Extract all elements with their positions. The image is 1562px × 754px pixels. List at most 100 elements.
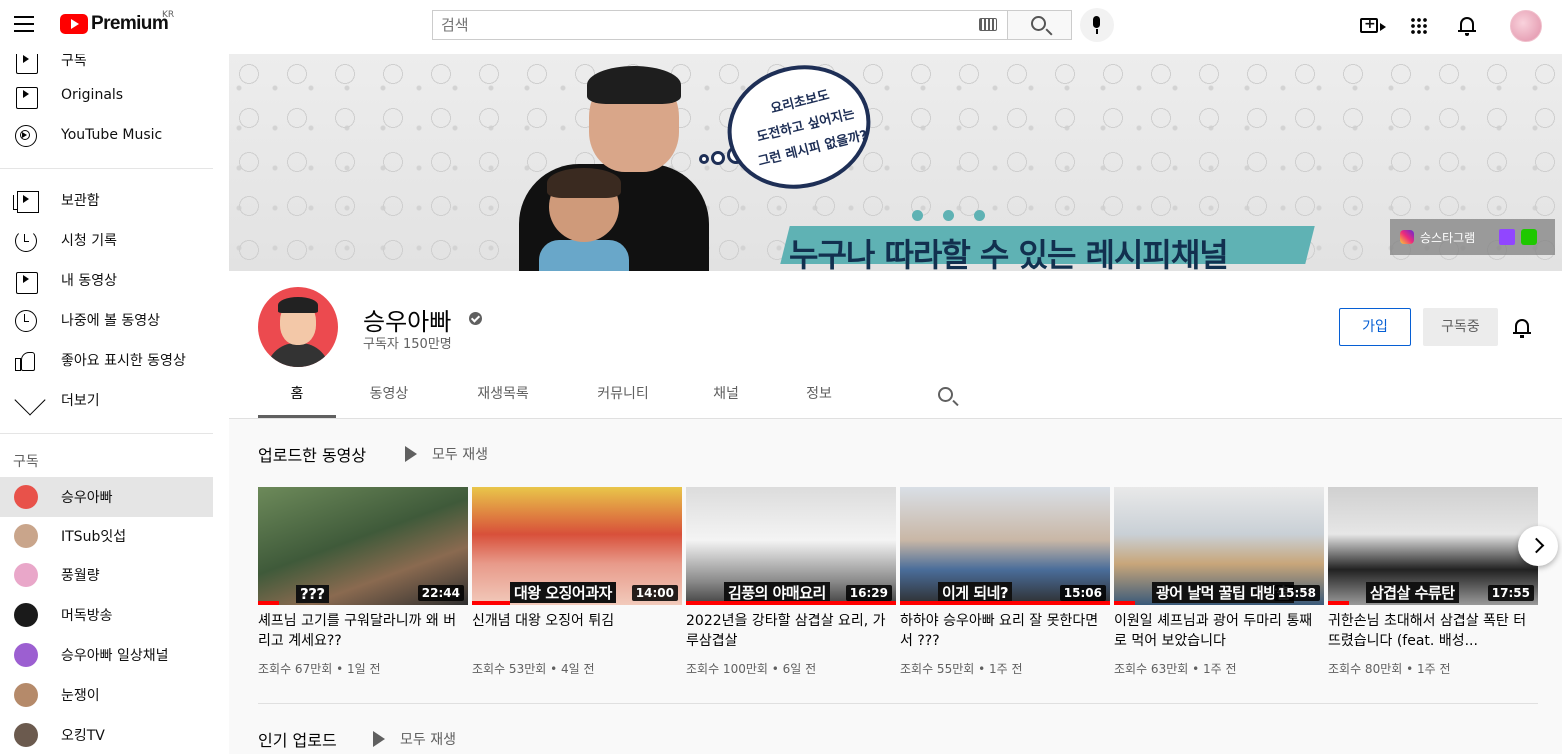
line-icon[interactable] <box>1521 229 1538 245</box>
sidebar-item-label: ITSub잇섭 <box>61 529 127 545</box>
account-avatar[interactable] <box>1510 10 1542 42</box>
notifications-icon[interactable] <box>1458 15 1476 36</box>
sidebar-item-label: 내 동영상 <box>61 273 117 289</box>
verified-badge-icon <box>469 312 482 325</box>
sidebar-subscription-item[interactable]: 머독방송 <box>0 595 213 635</box>
thumbnail-caption: 김풍의 야매요리 <box>724 582 830 603</box>
sidebar-item-history[interactable]: 시청 기록 <box>0 220 213 260</box>
voice-search-button[interactable] <box>1080 8 1114 42</box>
tab-videos[interactable]: 동영상 <box>336 371 442 418</box>
video-thumbnail[interactable]: 광어 날먹 꿀팁 대방출 15:58 <box>1114 487 1324 605</box>
sidebar-item-label: YouTube Music <box>61 127 163 143</box>
video-card[interactable]: 삼겹살 수류탄 17:55 귀한손님 초대해서 삼겹살 폭탄 터뜨렸습니다 (fea… <box>1328 487 1538 687</box>
instagram-link[interactable]: 승스타그램 <box>1420 229 1475 246</box>
channel-avatar <box>14 723 38 747</box>
channel-search-icon[interactable] <box>938 387 953 402</box>
video-card[interactable]: 이게 되네? 15:06 하하야 승우아빠 요리 잘 못한다면서 ??? 조회수 55… <box>900 487 1110 687</box>
video-thumbnail[interactable]: ??? 22:44 <box>258 487 468 605</box>
youtube-premium-logo[interactable]: Premium KR <box>60 10 174 35</box>
subscriber-count: 구독자 150만명 <box>363 337 452 352</box>
tab-playlists[interactable]: 재생목록 <box>442 371 564 418</box>
video-meta: 조회수 100만회 • 6일 전 <box>686 662 817 676</box>
video-thumbnail[interactable]: 대왕 오징어과자 14:00 <box>472 487 682 605</box>
video-duration: 17:55 <box>1487 585 1534 601</box>
watch-progress-bar <box>1328 601 1349 605</box>
video-views: 조회수 55만회 <box>900 662 975 676</box>
video-views: 조회수 100만회 <box>686 662 768 676</box>
sidebar-subscription-item[interactable]: 눈쟁이 <box>0 675 213 715</box>
subscribed-button[interactable]: 구독중 <box>1423 308 1498 346</box>
sidebar-item-youtube-music[interactable]: YouTube Music <box>0 115 213 155</box>
uploads-section-title[interactable]: 업로드한 동영상 <box>258 442 366 466</box>
sidebar-subscription-item[interactable]: 승우아빠 <box>0 477 213 517</box>
channel-avatar <box>14 643 38 667</box>
sidebar-item-show-more[interactable]: 더보기 <box>0 380 213 420</box>
search-icon <box>1031 16 1046 31</box>
video-title[interactable]: 셰프님 고기를 구워달라니까 왜 버리고 계세요?? <box>258 611 468 651</box>
channel-name: 승우아빠 <box>363 308 452 336</box>
library-icon <box>13 191 39 213</box>
sidebar-item-library[interactable]: 보관함 <box>0 180 213 220</box>
video-title[interactable]: 2022년을 강타할 삼겹살 요리, 가루삼겹살 <box>686 611 896 651</box>
video-thumbnail[interactable]: 김풍의 야매요리 16:29 <box>686 487 896 605</box>
thumbnail-caption: 대왕 오징어과자 <box>510 582 616 603</box>
region-label: KR <box>162 10 175 20</box>
twitch-icon[interactable] <box>1499 229 1516 245</box>
apps-icon[interactable] <box>1410 17 1428 35</box>
sidebar-subscription-item[interactable]: 풍월량 <box>0 555 213 595</box>
video-meta: 조회수 53만회 • 4일 전 <box>472 662 595 676</box>
video-card[interactable]: 김풍의 야매요리 16:29 2022년을 강타할 삼겹살 요리, 가루삼겹살조회수… <box>686 487 896 687</box>
video-title[interactable]: 신개념 대왕 오징어 튀김 <box>472 611 682 631</box>
sidebar-subscription-item[interactable]: ITSub잇섭 <box>0 516 213 556</box>
channel-banner: 요리초보도 도전하고 싶어지는 그런 레시피 없을까? 누구나 따라할 수 있는… <box>229 54 1562 271</box>
play-all-button[interactable]: 모두 재생 <box>373 729 456 749</box>
top-bar: Premium KR <box>0 0 1562 54</box>
sidebar-item-watch-later[interactable]: 나중에 볼 동영상 <box>0 300 213 340</box>
menu-icon[interactable] <box>14 16 36 34</box>
notification-bell-icon[interactable] <box>1513 317 1531 338</box>
video-views: 조회수 80만회 <box>1328 662 1403 676</box>
my-videos-icon <box>16 272 38 294</box>
instagram-icon[interactable] <box>1400 230 1414 244</box>
video-meta: 조회수 55만회 • 1주 전 <box>900 662 1023 676</box>
banner-photo <box>519 64 709 271</box>
tab-community[interactable]: 커뮤니티 <box>564 371 682 418</box>
sidebar-item-originals[interactable]: Originals <box>0 75 213 115</box>
header-divider <box>229 418 1562 419</box>
banner-links: 승스타그램 <box>1390 219 1555 255</box>
tab-home[interactable]: 홈 <box>258 371 336 418</box>
create-video-icon[interactable] <box>1360 16 1386 33</box>
search-input[interactable] <box>441 16 961 34</box>
video-title[interactable]: 귀한손님 초대해서 삼겹살 폭탄 터뜨렸습니다 (feat. 배성... <box>1328 611 1538 651</box>
watch-progress-bar <box>258 601 279 605</box>
video-title[interactable]: 하하야 승우아빠 요리 잘 못한다면서 ??? <box>900 611 1110 651</box>
video-card[interactable]: 대왕 오징어과자 14:00 신개념 대왕 오징어 튀김조회수 53만회 • 4일 … <box>472 487 682 687</box>
channel-avatar <box>14 563 38 587</box>
sidebar-subscription-item[interactable]: 승우아빠 일상채널 <box>0 635 213 675</box>
video-meta: 조회수 67만회 • 1일 전 <box>258 662 381 676</box>
sidebar-item-label: 더보기 <box>61 393 100 409</box>
video-thumbnail[interactable]: 삼겹살 수류탄 17:55 <box>1328 487 1538 605</box>
carousel-next-button[interactable] <box>1518 526 1558 566</box>
video-age: 1주 전 <box>1203 662 1237 676</box>
sidebar-item-liked-videos[interactable]: 좋아요 표시한 동영상 <box>0 340 213 380</box>
tab-about[interactable]: 정보 <box>770 371 868 418</box>
search-button[interactable] <box>1007 10 1072 40</box>
popular-section-title[interactable]: 인기 업로드 <box>258 727 337 751</box>
section-divider <box>258 703 1538 704</box>
video-title[interactable]: 이원일 셰프님과 광어 두마리 통째로 먹어 보았습니다 <box>1114 611 1324 651</box>
watch-progress-bar <box>900 601 1110 605</box>
sidebar-item-my-videos[interactable]: 내 동영상 <box>0 260 213 300</box>
video-thumbnail[interactable]: 이게 되네? 15:06 <box>900 487 1110 605</box>
video-age: 4일 전 <box>561 662 595 676</box>
join-button[interactable]: 가입 <box>1339 308 1411 346</box>
tab-channels[interactable]: 채널 <box>682 371 770 418</box>
video-views: 조회수 53만회 <box>472 662 547 676</box>
video-age: 1주 전 <box>1417 662 1451 676</box>
keyboard-icon[interactable] <box>979 18 997 31</box>
play-all-button[interactable]: 모두 재생 <box>405 444 488 464</box>
sidebar-subscription-item[interactable]: 오킹TV <box>0 715 213 754</box>
sidebar-item-label: 눈쟁이 <box>61 688 100 704</box>
video-card[interactable]: ??? 22:44 셰프님 고기를 구워달라니까 왜 버리고 계세요?? 조회수 67… <box>258 487 468 687</box>
video-card[interactable]: 광어 날먹 꿀팁 대방출 15:58 이원일 셰프님과 광어 두마리 통째로 먹어 … <box>1114 487 1324 687</box>
